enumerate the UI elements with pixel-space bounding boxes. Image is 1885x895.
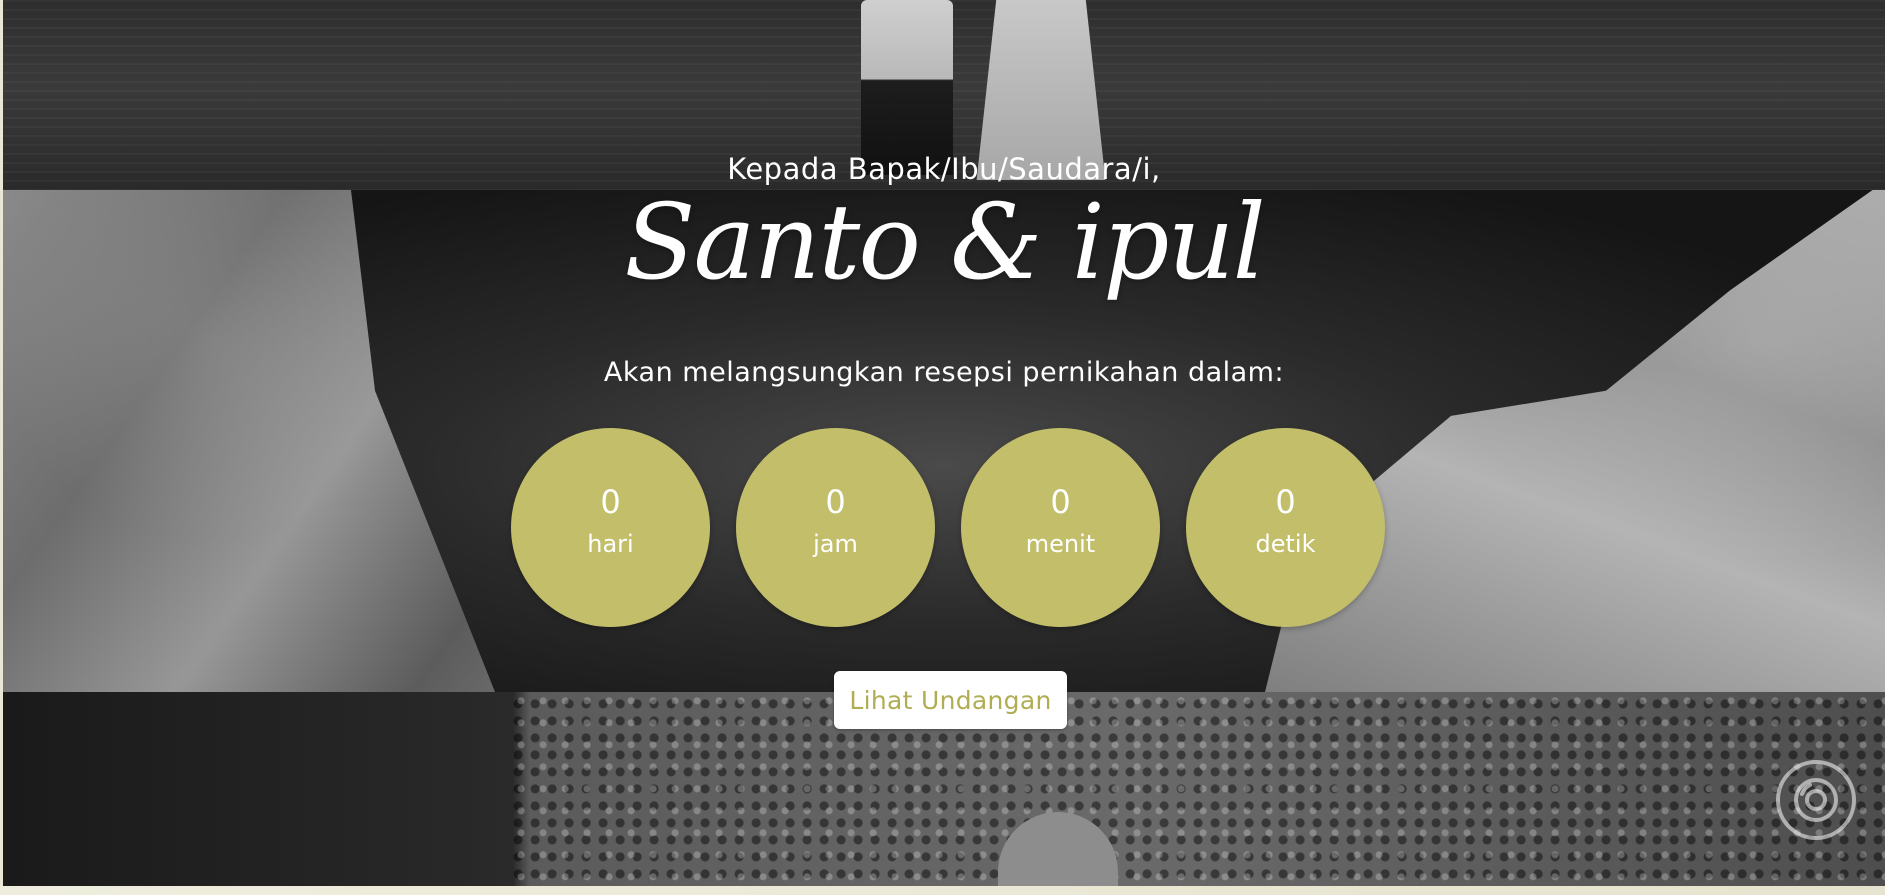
countdown-days-value: 0 <box>600 482 621 521</box>
view-invitation-button[interactable]: Lihat Undangan <box>834 671 1067 729</box>
countdown-hours: 0 jam <box>736 428 935 627</box>
music-toggle-icon <box>1794 778 1838 822</box>
couple-names: Santo & ipul <box>624 181 1265 303</box>
countdown-days: 0 hari <box>511 428 710 627</box>
countdown-seconds-label: detik <box>1255 530 1316 559</box>
countdown-hours-label: jam <box>813 530 858 559</box>
countdown-minutes: 0 menit <box>961 428 1160 627</box>
countdown: 0 hari 0 jam 0 menit 0 detik <box>511 428 1385 627</box>
hero-content: Kepada Bapak/Ibu/Saudara/i, Santo & ipul… <box>3 0 1885 886</box>
bottom-edge-strip <box>0 886 1885 895</box>
countdown-days-label: hari <box>587 530 634 559</box>
music-toggle-button[interactable] <box>1776 760 1856 840</box>
countdown-seconds: 0 detik <box>1186 428 1385 627</box>
countdown-minutes-value: 0 <box>1050 482 1071 521</box>
countdown-hours-value: 0 <box>825 482 846 521</box>
countdown-minutes-label: menit <box>1025 530 1096 559</box>
hero-background: Kepada Bapak/Ibu/Saudara/i, Santo & ipul… <box>3 0 1885 886</box>
countdown-seconds-value: 0 <box>1275 482 1296 521</box>
event-subtitle: Akan melangsungkan resepsi pernikahan da… <box>603 357 1285 388</box>
